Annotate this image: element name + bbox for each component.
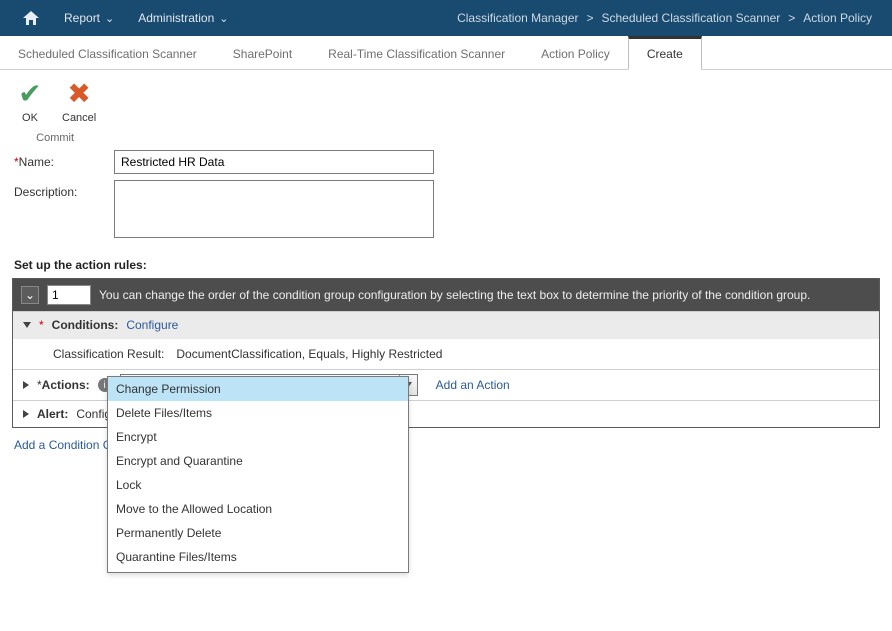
chevron-down-icon: ⌄ xyxy=(219,12,228,25)
breadcrumb-part[interactable]: Classification Manager xyxy=(457,11,578,25)
ok-button[interactable]: ✔ OK xyxy=(10,78,50,126)
actions-dropdown-item[interactable]: Change Permission xyxy=(108,377,408,401)
breadcrumb-part[interactable]: Scheduled Classification Scanner xyxy=(602,11,781,25)
ok-button-label: OK xyxy=(22,112,38,124)
tab-action-policy[interactable]: Action Policy xyxy=(523,36,628,69)
subtabs: Scheduled Classification Scanner SharePo… xyxy=(0,36,892,70)
rules-header-help: You can change the order of the conditio… xyxy=(99,288,810,302)
triangle-right-icon[interactable] xyxy=(23,410,29,418)
actions-dropdown-item[interactable]: Delete Files/Items xyxy=(108,401,408,425)
menu-report-label: Report xyxy=(64,11,100,25)
tab-create[interactable]: Create xyxy=(628,36,702,70)
topbar: Report ⌄ Administration ⌄ Classification… xyxy=(0,0,892,36)
actions-dropdown-item[interactable]: Redact Files/Items xyxy=(108,569,408,572)
tab-label: SharePoint xyxy=(233,47,292,61)
home-icon xyxy=(22,10,40,26)
condition-row: Classification Result: DocumentClassific… xyxy=(13,338,879,369)
cross-icon: ✖ xyxy=(67,80,90,110)
actions-dropdown[interactable]: Change PermissionDelete Files/ItemsEncry… xyxy=(107,376,409,573)
breadcrumb-part[interactable]: Action Policy xyxy=(803,11,872,25)
actions-dropdown-item[interactable]: Move to the Allowed Location xyxy=(108,497,408,521)
name-input[interactable] xyxy=(114,150,434,174)
menu-administration-label: Administration xyxy=(138,11,214,25)
chevron-down-icon: ⌄ xyxy=(25,288,35,302)
rules-title: Set up the action rules: xyxy=(2,258,892,272)
name-label: *Name: xyxy=(14,150,114,174)
rules-panel: ⌄ You can change the order of the condit… xyxy=(12,278,880,428)
tab-label: Action Policy xyxy=(541,47,610,61)
actions-label: Actions: xyxy=(42,378,90,392)
tab-realtime-scanner[interactable]: Real-Time Classification Scanner xyxy=(310,36,523,69)
conditions-header: * Conditions: Configure xyxy=(13,311,879,338)
tab-sharepoint[interactable]: SharePoint xyxy=(215,36,310,69)
actions-dropdown-item[interactable]: Quarantine Files/Items xyxy=(108,545,408,569)
breadcrumb: Classification Manager > Scheduled Class… xyxy=(457,11,882,25)
tab-label: Scheduled Classification Scanner xyxy=(18,47,197,61)
alert-label: Alert: xyxy=(37,407,68,421)
actions-dropdown-list[interactable]: Change PermissionDelete Files/ItemsEncry… xyxy=(108,377,408,572)
actions-dropdown-item[interactable]: Permanently Delete xyxy=(108,521,408,545)
ribbon: ✔ OK ✖ Cancel Commit xyxy=(0,70,892,146)
actions-label-wrap: *Actions: xyxy=(37,378,90,392)
triangle-down-icon[interactable] xyxy=(23,322,31,328)
expand-toggle[interactable]: ⌄ xyxy=(21,286,39,304)
tab-scheduled-scanner[interactable]: Scheduled Classification Scanner xyxy=(0,36,215,69)
actions-dropdown-item[interactable]: Encrypt xyxy=(108,425,408,449)
ribbon-group-label: Commit xyxy=(36,132,74,144)
menu-report[interactable]: Report ⌄ xyxy=(52,0,126,36)
triangle-right-icon[interactable] xyxy=(23,381,29,389)
ribbon-group-commit: ✔ OK ✖ Cancel Commit xyxy=(0,76,110,146)
actions-dropdown-item[interactable]: Lock xyxy=(108,473,408,497)
breadcrumb-sep: > xyxy=(788,11,795,25)
required-marker: * xyxy=(39,318,44,332)
breadcrumb-sep: > xyxy=(586,11,593,25)
tab-label: Real-Time Classification Scanner xyxy=(328,47,505,61)
cancel-button[interactable]: ✖ Cancel xyxy=(58,78,100,126)
add-action-link[interactable]: Add an Action xyxy=(436,378,510,392)
condition-row-value: DocumentClassification, Equals, Highly R… xyxy=(176,347,442,361)
description-input[interactable] xyxy=(114,180,434,238)
description-label: Description: xyxy=(14,180,114,238)
tab-label: Create xyxy=(647,47,683,61)
cancel-button-label: Cancel xyxy=(62,112,96,124)
conditions-configure-link[interactable]: Configure xyxy=(126,318,178,332)
actions-dropdown-item[interactable]: Encrypt and Quarantine xyxy=(108,449,408,473)
menu-administration[interactable]: Administration ⌄ xyxy=(126,0,240,36)
home-button[interactable] xyxy=(10,0,52,36)
priority-input[interactable] xyxy=(47,285,91,305)
form-area: *Name: Description: xyxy=(0,146,892,252)
rules-header: ⌄ You can change the order of the condit… xyxy=(13,279,879,311)
checkmark-icon: ✔ xyxy=(18,80,41,110)
condition-row-label: Classification Result: xyxy=(53,347,164,361)
conditions-label: Conditions: xyxy=(52,318,119,332)
chevron-down-icon: ⌄ xyxy=(105,12,114,25)
